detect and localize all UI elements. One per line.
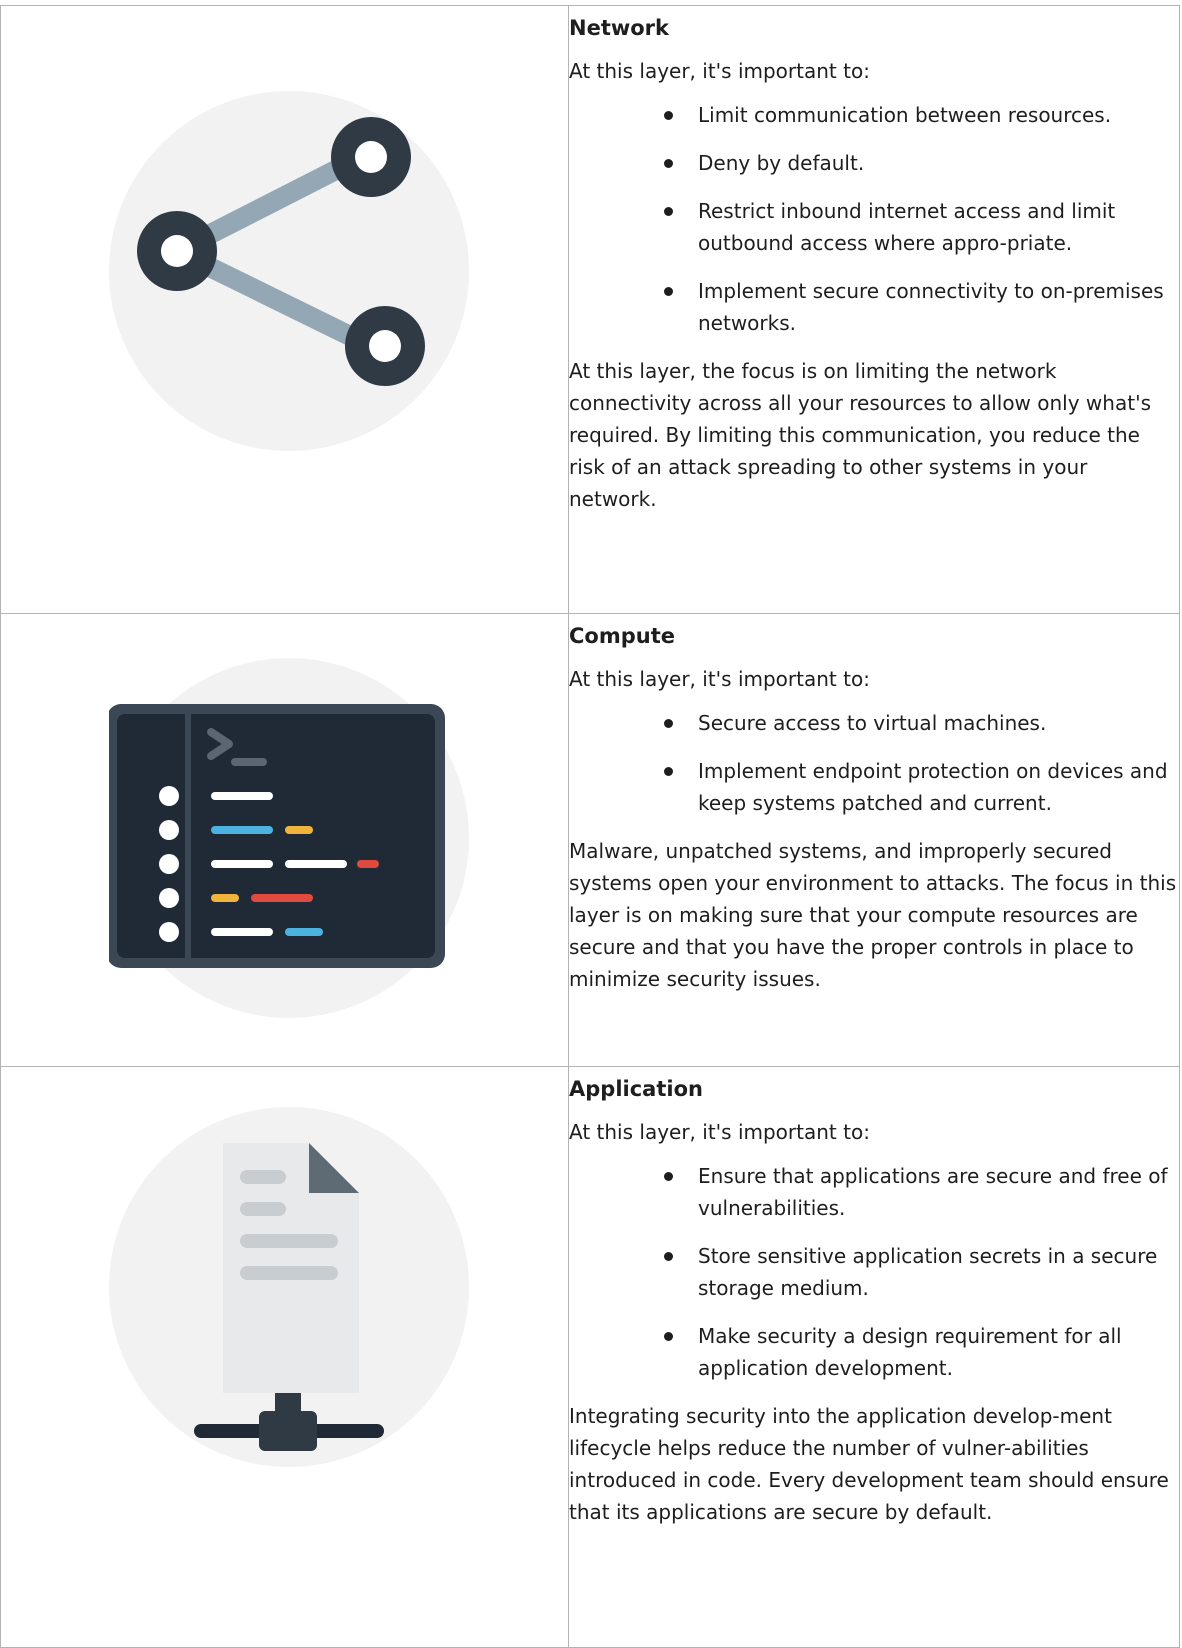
layer-intro: At this layer, it's important to:: [569, 59, 870, 83]
layer-summary: At this layer, the focus is on limiting …: [569, 359, 1151, 511]
list-item: Limit communication between resources.: [662, 99, 1179, 131]
icon-cell-network: [0, 5, 569, 614]
table-row-application: Application At this layer, it's importan…: [0, 1066, 1180, 1648]
text-cell-network: Network At this layer, it's important to…: [568, 5, 1180, 614]
table-row-compute: Compute At this layer, it's important to…: [0, 613, 1180, 1067]
defense-layers-table: Network At this layer, it's important to…: [0, 5, 1180, 1648]
bullet-list: Secure access to virtual machines. Imple…: [569, 707, 1179, 819]
table-row-network: Network At this layer, it's important to…: [0, 5, 1180, 614]
list-item: Store sensitive application secrets in a…: [662, 1240, 1179, 1304]
layer-summary: Malware, unpatched systems, and improper…: [569, 839, 1177, 991]
list-item: Ensure that applications are secure and …: [662, 1160, 1179, 1224]
share-network-icon: [109, 91, 469, 451]
layer-title: Network: [569, 16, 670, 40]
text-cell-application: Application At this layer, it's importan…: [568, 1066, 1180, 1648]
list-item: Implement endpoint protection on devices…: [662, 755, 1179, 819]
layer-title: Compute: [569, 624, 675, 648]
layer-intro: At this layer, it's important to:: [569, 1120, 870, 1144]
terminal-window-icon: [109, 658, 469, 1018]
text-cell-compute: Compute At this layer, it's important to…: [568, 613, 1180, 1067]
icon-cell-compute: [0, 613, 569, 1067]
layer-summary: Integrating security into the applicatio…: [569, 1404, 1169, 1524]
list-item: Secure access to virtual machines.: [662, 707, 1179, 739]
list-item: Restrict inbound internet access and lim…: [662, 195, 1179, 259]
list-item: Implement secure connectivity to on-prem…: [662, 275, 1179, 339]
list-item: Make security a design requirement for a…: [662, 1320, 1179, 1384]
layer-title: Application: [569, 1077, 703, 1101]
networked-document-icon: [109, 1107, 469, 1467]
list-item: Deny by default.: [662, 147, 1179, 179]
bullet-list: Limit communication between resources. D…: [569, 99, 1179, 339]
bullet-list: Ensure that applications are secure and …: [569, 1160, 1179, 1384]
icon-cell-application: [0, 1066, 569, 1648]
layer-intro: At this layer, it's important to:: [569, 667, 870, 691]
